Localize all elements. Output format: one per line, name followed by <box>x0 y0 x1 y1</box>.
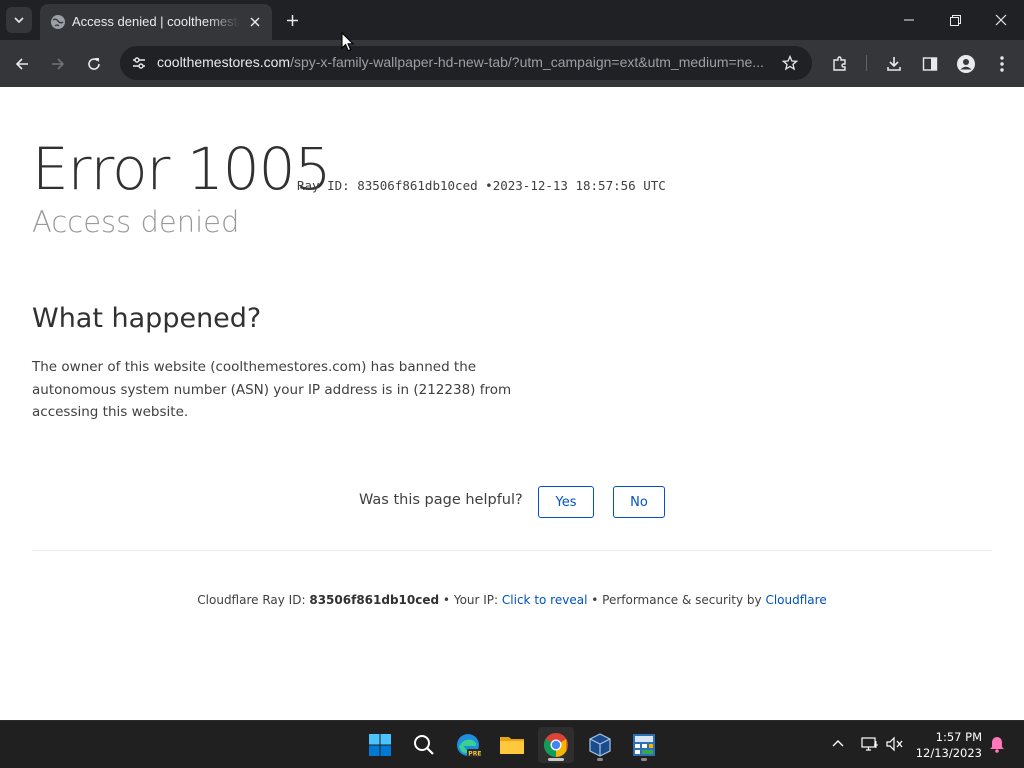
address-bar[interactable]: coolthemestores.com/spy-x-family-wallpap… <box>120 46 812 80</box>
footer-separator: • <box>442 593 450 607</box>
url-host: coolthemestores.com <box>157 54 291 70</box>
taskbar-edge[interactable]: PRE <box>450 727 486 763</box>
tab-close-button[interactable] <box>246 13 264 31</box>
running-app-indicator <box>641 758 647 761</box>
restore-icon <box>949 14 961 26</box>
cloudflare-footer: Cloudflare Ray ID: 83506f861db10ced • Yo… <box>0 593 1024 607</box>
browser-toolbar: coolthemestores.com/spy-x-family-wallpap… <box>0 40 1024 87</box>
bookmark-button[interactable] <box>780 53 800 73</box>
feedback-no-button[interactable]: No <box>613 486 665 518</box>
back-button[interactable] <box>10 52 34 76</box>
close-window-button[interactable] <box>986 6 1016 34</box>
clock-date: 12/13/2023 <box>915 746 982 760</box>
taskbar-chrome[interactable] <box>538 727 574 763</box>
footer-ip-prefix: Your IP: <box>453 593 499 607</box>
volume-button[interactable] <box>884 733 906 755</box>
start-button[interactable] <box>362 727 398 763</box>
downloads-button[interactable] <box>882 52 906 76</box>
toolbar-separator <box>866 55 867 71</box>
reload-icon <box>88 58 100 70</box>
star-icon <box>782 55 798 71</box>
ray-id-label: Ray ID: 83506f861db10ced <box>297 178 478 193</box>
more-vertical-icon <box>1000 56 1004 72</box>
show-hidden-icons-button[interactable] <box>827 733 849 755</box>
timestamp: 2023-12-13 18:57:56 UTC <box>492 178 666 193</box>
reload-button[interactable] <box>82 52 106 76</box>
new-tab-button[interactable] <box>282 10 302 30</box>
profile-icon <box>957 55 975 73</box>
puzzle-icon <box>833 56 846 71</box>
running-app-indicator <box>597 758 603 761</box>
virtualbox-icon <box>589 733 611 757</box>
clock-time: 1:57 PM <box>935 730 982 744</box>
extensions-button[interactable] <box>828 52 852 76</box>
footer-ray-prefix: Cloudflare Ray ID: <box>197 593 306 607</box>
error-title: Error 1005 <box>32 135 331 203</box>
feedback-yes-button[interactable]: Yes <box>538 486 594 518</box>
taskbar-file-explorer[interactable] <box>494 727 530 763</box>
calculator-app-icon <box>633 734 655 756</box>
reveal-ip-link[interactable]: Click to reveal <box>502 593 588 607</box>
volume-muted-icon <box>886 736 903 752</box>
active-app-indicator <box>548 758 564 761</box>
network-button[interactable] <box>859 733 881 755</box>
what-happened-text: The owner of this website (coolthemestor… <box>32 359 512 420</box>
side-panel-icon <box>922 57 938 71</box>
site-info-button[interactable] <box>128 52 150 74</box>
svg-text:PRE: PRE <box>468 751 481 758</box>
taskbar-calculator-app[interactable] <box>626 727 662 763</box>
url-text[interactable]: coolthemestores.com/spy-x-family-wallpap… <box>157 54 777 72</box>
tab-search-button[interactable] <box>6 7 32 33</box>
forward-button[interactable] <box>46 52 70 76</box>
footer-perf-text: Performance & security by <box>602 593 762 607</box>
tab-strip: Access denied | coolthemestores.com | Cl… <box>0 0 1024 40</box>
edge-icon: PRE <box>457 734 481 758</box>
network-icon <box>861 737 878 751</box>
taskbar-search-button[interactable] <box>406 727 442 763</box>
feedback-question: Was this page helpful? <box>359 492 523 508</box>
feedback-section: Was this page helpful? Yes No <box>0 486 1024 518</box>
minimize-icon <box>904 19 914 21</box>
url-path: /spy-x-family-wallpaper-hd-new-tab/?utm_… <box>290 54 764 70</box>
notifications-button[interactable] <box>986 733 1008 755</box>
arrow-left-icon <box>15 58 28 70</box>
close-icon <box>995 14 1007 26</box>
chevron-up-icon <box>832 740 844 747</box>
chevron-down-icon <box>14 17 24 24</box>
profile-button[interactable] <box>954 52 978 76</box>
error-subtitle: Access denied <box>32 205 240 239</box>
windows-start-icon <box>369 734 391 756</box>
footer-separator: • <box>591 593 599 607</box>
mouse-cursor-icon <box>341 32 355 52</box>
download-icon <box>887 57 901 71</box>
arrow-right-icon <box>52 58 65 70</box>
minimize-button[interactable] <box>894 6 924 34</box>
what-happened-heading: What happened? <box>32 303 262 334</box>
chrome-icon <box>543 733 568 757</box>
separator-dot: • <box>485 178 493 193</box>
restore-button[interactable] <box>940 6 970 34</box>
ray-id-line: Ray ID: 83506f861db10ced •2023-12-13 18:… <box>297 178 666 193</box>
globe-icon <box>51 15 65 29</box>
taskbar-clock[interactable]: 1:57 PM 12/13/2023 <box>910 729 982 761</box>
search-icon <box>414 735 434 755</box>
bell-icon <box>990 737 1004 753</box>
page-content: Error 1005 Ray ID: 83506f861db10ced •202… <box>0 87 1024 720</box>
taskbar-virtualbox[interactable] <box>582 727 618 763</box>
folder-icon <box>500 737 524 754</box>
divider <box>32 550 992 551</box>
footer-ray-id: 83506f861db10ced <box>309 593 440 607</box>
plus-icon <box>286 14 298 26</box>
tab-title: Access denied | coolthemestores.com | Cl… <box>72 14 240 29</box>
close-icon <box>250 17 260 27</box>
menu-button[interactable] <box>990 52 1014 76</box>
tab-active[interactable]: Access denied | coolthemestores.com | Cl… <box>40 4 272 40</box>
side-panel-button[interactable] <box>918 52 942 76</box>
taskbar: PRE 1:57 PM 12/13/2023 <box>0 720 1024 768</box>
cloudflare-link[interactable]: Cloudflare <box>765 593 826 607</box>
tune-icon <box>133 57 145 69</box>
